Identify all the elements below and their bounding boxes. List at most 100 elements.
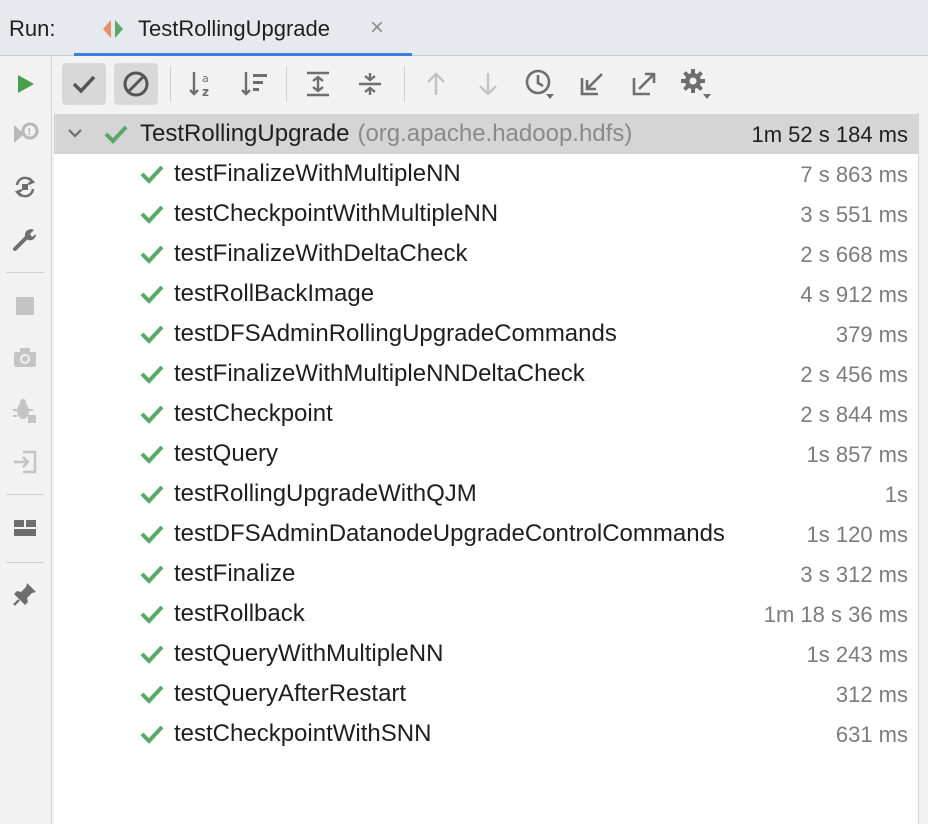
- tree-right-edge: [918, 112, 928, 824]
- passed-check-icon: [140, 645, 164, 664]
- settings-gear-icon[interactable]: [674, 63, 718, 105]
- test-row[interactable]: testFinalizeWithMultipleNN 7 s 863 ms: [54, 154, 918, 194]
- test-row[interactable]: testRollingUpgradeWithQJM 1s: [54, 474, 918, 514]
- test-duration: 3 s 312 ms: [796, 562, 908, 588]
- run-tool-window-header: Run: TestRollingUpgrade ×: [0, 0, 928, 57]
- test-row[interactable]: testCheckpointWithSNN 631 ms: [54, 714, 918, 754]
- passed-check-icon: [140, 445, 164, 464]
- suite-package: (org.apache.hadoop.hdfs): [357, 120, 633, 147]
- toggle-auto-test-icon[interactable]: [9, 171, 41, 203]
- passed-check-icon: [140, 725, 164, 744]
- passed-check-icon: [140, 685, 164, 704]
- test-name: testRollBackImage: [174, 280, 375, 307]
- test-duration: 1m 18 s 36 ms: [759, 602, 908, 628]
- test-name: testCheckpointWithSNN: [174, 720, 432, 747]
- svg-text:a: a: [202, 72, 209, 85]
- expand-all-icon[interactable]: [296, 63, 340, 105]
- test-row[interactable]: testRollBackImage 4 s 912 ms: [54, 274, 918, 314]
- separator: [6, 562, 44, 563]
- test-duration: 1s 120 ms: [802, 522, 908, 548]
- test-duration: 2 s 456 ms: [796, 362, 908, 388]
- test-duration: 379 ms: [831, 322, 908, 348]
- test-name: testQueryAfterRestart: [174, 680, 407, 707]
- test-name: testRollback: [174, 600, 305, 627]
- passed-check-icon: [140, 165, 164, 184]
- sort-by-duration-icon[interactable]: [232, 63, 276, 105]
- tab-title: TestRollingUpgrade: [138, 16, 330, 41]
- chevron-down-icon[interactable]: [66, 124, 84, 142]
- test-duration: 3 s 551 ms: [796, 202, 908, 228]
- test-results-tree[interactable]: TestRollingUpgrade (org.apache.hadoop.hdf…: [54, 114, 918, 824]
- passed-check-icon: [140, 205, 164, 224]
- tab-test-rolling-upgrade[interactable]: TestRollingUpgrade ×: [74, 0, 412, 57]
- test-suite-row[interactable]: TestRollingUpgrade (org.apache.hadoop.hdf…: [54, 114, 918, 154]
- passed-check-icon: [140, 325, 164, 344]
- passed-check-icon: [140, 285, 164, 304]
- export-tests-icon[interactable]: [622, 63, 666, 105]
- test-name: testDFSAdminDatanodeUpgradeControlComman…: [174, 520, 725, 547]
- passed-check-icon: [140, 525, 164, 544]
- close-icon[interactable]: ×: [370, 14, 384, 42]
- debug-icon[interactable]: [9, 394, 41, 426]
- svg-text:z: z: [202, 85, 209, 99]
- passed-check-icon: [140, 485, 164, 504]
- passed-check-icon: [140, 565, 164, 584]
- next-failed-icon[interactable]: [466, 63, 510, 105]
- previous-failed-icon[interactable]: [414, 63, 458, 105]
- test-history-icon[interactable]: [518, 63, 562, 105]
- pin-icon[interactable]: [9, 578, 41, 610]
- test-duration: 4 s 912 ms: [796, 282, 908, 308]
- test-row[interactable]: testQueryWithMultipleNN 1s 243 ms: [54, 634, 918, 674]
- test-name: testFinalizeWithDeltaCheck: [174, 240, 468, 267]
- test-name: testQueryWithMultipleNN: [174, 640, 444, 667]
- test-duration: 312 ms: [831, 682, 908, 708]
- rerun-failed-icon[interactable]: !: [9, 118, 41, 150]
- run-icon[interactable]: [9, 68, 41, 100]
- sort-alphabetically-icon[interactable]: az: [180, 63, 224, 105]
- test-row[interactable]: testFinalizeWithMultipleNNDeltaCheck 2 s …: [54, 354, 918, 394]
- stop-icon[interactable]: [9, 290, 41, 322]
- test-duration: 1s 857 ms: [802, 442, 908, 468]
- left-toolbar: !: [0, 56, 52, 824]
- test-run-config-icon: [103, 20, 123, 38]
- separator: [6, 272, 44, 273]
- test-name: testFinalizeWithMultipleNN: [174, 160, 461, 187]
- settings-wrench-icon[interactable]: [9, 224, 41, 256]
- test-row[interactable]: testDFSAdminRollingUpgradeCommands 379 ms: [54, 314, 918, 354]
- show-ignored-icon[interactable]: [114, 63, 158, 105]
- test-row[interactable]: testQueryAfterRestart 312 ms: [54, 674, 918, 714]
- test-row[interactable]: testCheckpoint 2 s 844 ms: [54, 394, 918, 434]
- test-name: testQuery: [174, 440, 279, 467]
- separator: [286, 66, 287, 102]
- exit-icon[interactable]: [9, 446, 41, 478]
- test-duration: 1s: [880, 482, 908, 508]
- test-duration: 1s 243 ms: [802, 642, 908, 668]
- passed-check-icon: [140, 405, 164, 424]
- passed-check-icon: [140, 605, 164, 624]
- test-name: testCheckpointWithMultipleNN: [174, 200, 499, 227]
- test-row[interactable]: testDFSAdminDatanodeUpgradeControlComman…: [54, 514, 918, 554]
- import-tests-icon[interactable]: [570, 63, 614, 105]
- test-row[interactable]: testFinalizeWithDeltaCheck 2 s 668 ms: [54, 234, 918, 274]
- suite-duration: 1m 52 s 184 ms: [747, 122, 908, 148]
- suite-class-name: TestRollingUpgrade: [140, 120, 350, 147]
- test-row[interactable]: testRollback 1m 18 s 36 ms: [54, 594, 918, 634]
- passed-check-icon: [140, 245, 164, 264]
- test-row[interactable]: testFinalize 3 s 312 ms: [54, 554, 918, 594]
- test-duration: 2 s 668 ms: [796, 242, 908, 268]
- show-passed-icon[interactable]: [62, 63, 106, 105]
- test-row[interactable]: testQuery 1s 857 ms: [54, 434, 918, 474]
- separator: [404, 66, 405, 102]
- layout-icon[interactable]: [9, 512, 41, 544]
- collapse-all-icon[interactable]: [348, 63, 392, 105]
- test-name: testFinalize: [174, 560, 296, 587]
- run-label: Run:: [9, 16, 56, 41]
- suite-name: TestRollingUpgrade (org.apache.hadoop.hdf…: [140, 120, 632, 148]
- test-name: testCheckpoint: [174, 400, 333, 427]
- passed-check-icon: [104, 125, 128, 144]
- test-name: testRollingUpgradeWithQJM: [174, 480, 477, 507]
- snapshot-icon[interactable]: [9, 342, 41, 374]
- test-duration: 631 ms: [831, 722, 908, 748]
- svg-text:!: !: [27, 127, 32, 138]
- test-row[interactable]: testCheckpointWithMultipleNN 3 s 551 ms: [54, 194, 918, 234]
